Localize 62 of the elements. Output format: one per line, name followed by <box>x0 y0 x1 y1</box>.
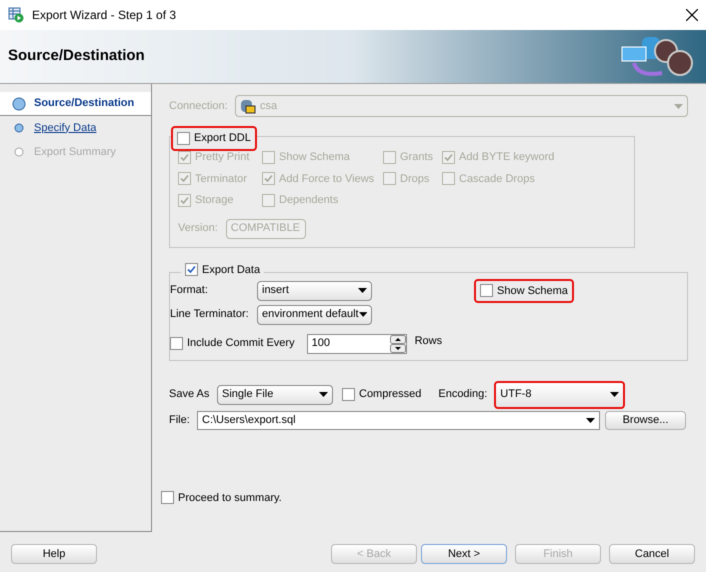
checkbox-label: Drops <box>400 172 430 186</box>
checkbox-label: Terminator <box>195 172 247 186</box>
checkbox-label: Proceed to summary. <box>178 490 282 506</box>
checkbox[interactable] <box>185 263 198 276</box>
line-terminator-dropdown[interactable]: environment default <box>257 304 372 324</box>
check-icon <box>180 174 189 184</box>
checkbox-label: Cascade Drops <box>459 172 535 186</box>
dropdown-arrow-icon <box>610 392 620 397</box>
spinner-arrows-icon <box>390 334 406 352</box>
format-dropdown[interactable]: insert <box>257 280 372 300</box>
checkbox[interactable] <box>161 491 174 504</box>
database-icon <box>240 98 256 114</box>
version-label: Version: <box>178 221 218 236</box>
dropdown-arrow-icon <box>319 392 328 397</box>
checkbox-label: Show Schema <box>279 150 350 165</box>
file-path-field[interactable]: C:\Users\export.sql <box>197 410 600 430</box>
dialog-button[interactable]: Cancel <box>609 544 695 564</box>
step-marker-icon <box>12 121 26 135</box>
page-title: Source/Destination <box>8 46 145 66</box>
step-link[interactable]: Specify Data <box>34 120 96 136</box>
wizard-icon <box>8 7 24 23</box>
close-icon[interactable] <box>686 9 698 21</box>
checkbox[interactable] <box>177 132 190 145</box>
browse-button[interactable]: Browse... <box>605 410 686 430</box>
dropdown-arrow-icon <box>358 312 367 317</box>
step-marker-icon <box>12 96 26 110</box>
check-icon <box>187 265 196 274</box>
checkbox-label: Show Schema <box>497 284 568 298</box>
dialog-button[interactable]: Help <box>11 544 97 564</box>
step-marker-icon <box>12 145 26 159</box>
checkbox-label: Dependents <box>279 193 338 208</box>
checkbox[interactable] <box>170 337 183 350</box>
dialog-button[interactable]: Next > <box>421 544 507 564</box>
format-label: Format: <box>170 283 209 298</box>
checkbox-label: Grants <box>400 150 434 165</box>
export-data-label: Export Data <box>202 262 260 278</box>
encoding-dropdown[interactable]: UTF-8 <box>494 380 626 408</box>
file-label: File: <box>169 412 191 428</box>
export-ddl-label: Export DDL <box>194 131 251 146</box>
check-icon <box>180 152 189 162</box>
checkbox-label: Include Commit Every <box>187 336 295 352</box>
encoding-label: Encoding: <box>438 387 488 402</box>
dropdown-arrow-icon <box>674 104 683 108</box>
line-terminator-label: Line Terminator: <box>170 307 250 322</box>
checkbox-label: Pretty Print <box>195 150 250 165</box>
window-title: Export Wizard - Step 1 of 3 <box>32 7 178 24</box>
save-as-dropdown[interactable]: Single File <box>217 384 333 404</box>
checkbox-label: Compressed <box>359 387 422 402</box>
checkbox-label: Storage <box>195 193 234 208</box>
checkbox[interactable] <box>480 284 493 298</box>
checkbox[interactable] <box>342 388 355 401</box>
checkbox-label: Add Force to Views <box>279 172 374 186</box>
dropdown-arrow-icon <box>358 288 367 293</box>
dropdown-arrow-icon <box>586 418 595 422</box>
check-icon <box>180 196 189 205</box>
rows-label: Rows <box>414 334 442 350</box>
checkbox-label: Add BYTE keyword <box>459 150 554 165</box>
check-icon <box>444 152 453 162</box>
connection-label: Connection: <box>169 98 227 114</box>
commit-spinner[interactable]: 100 <box>306 334 407 354</box>
check-icon <box>264 174 273 184</box>
save-as-label: Save As <box>169 387 210 402</box>
